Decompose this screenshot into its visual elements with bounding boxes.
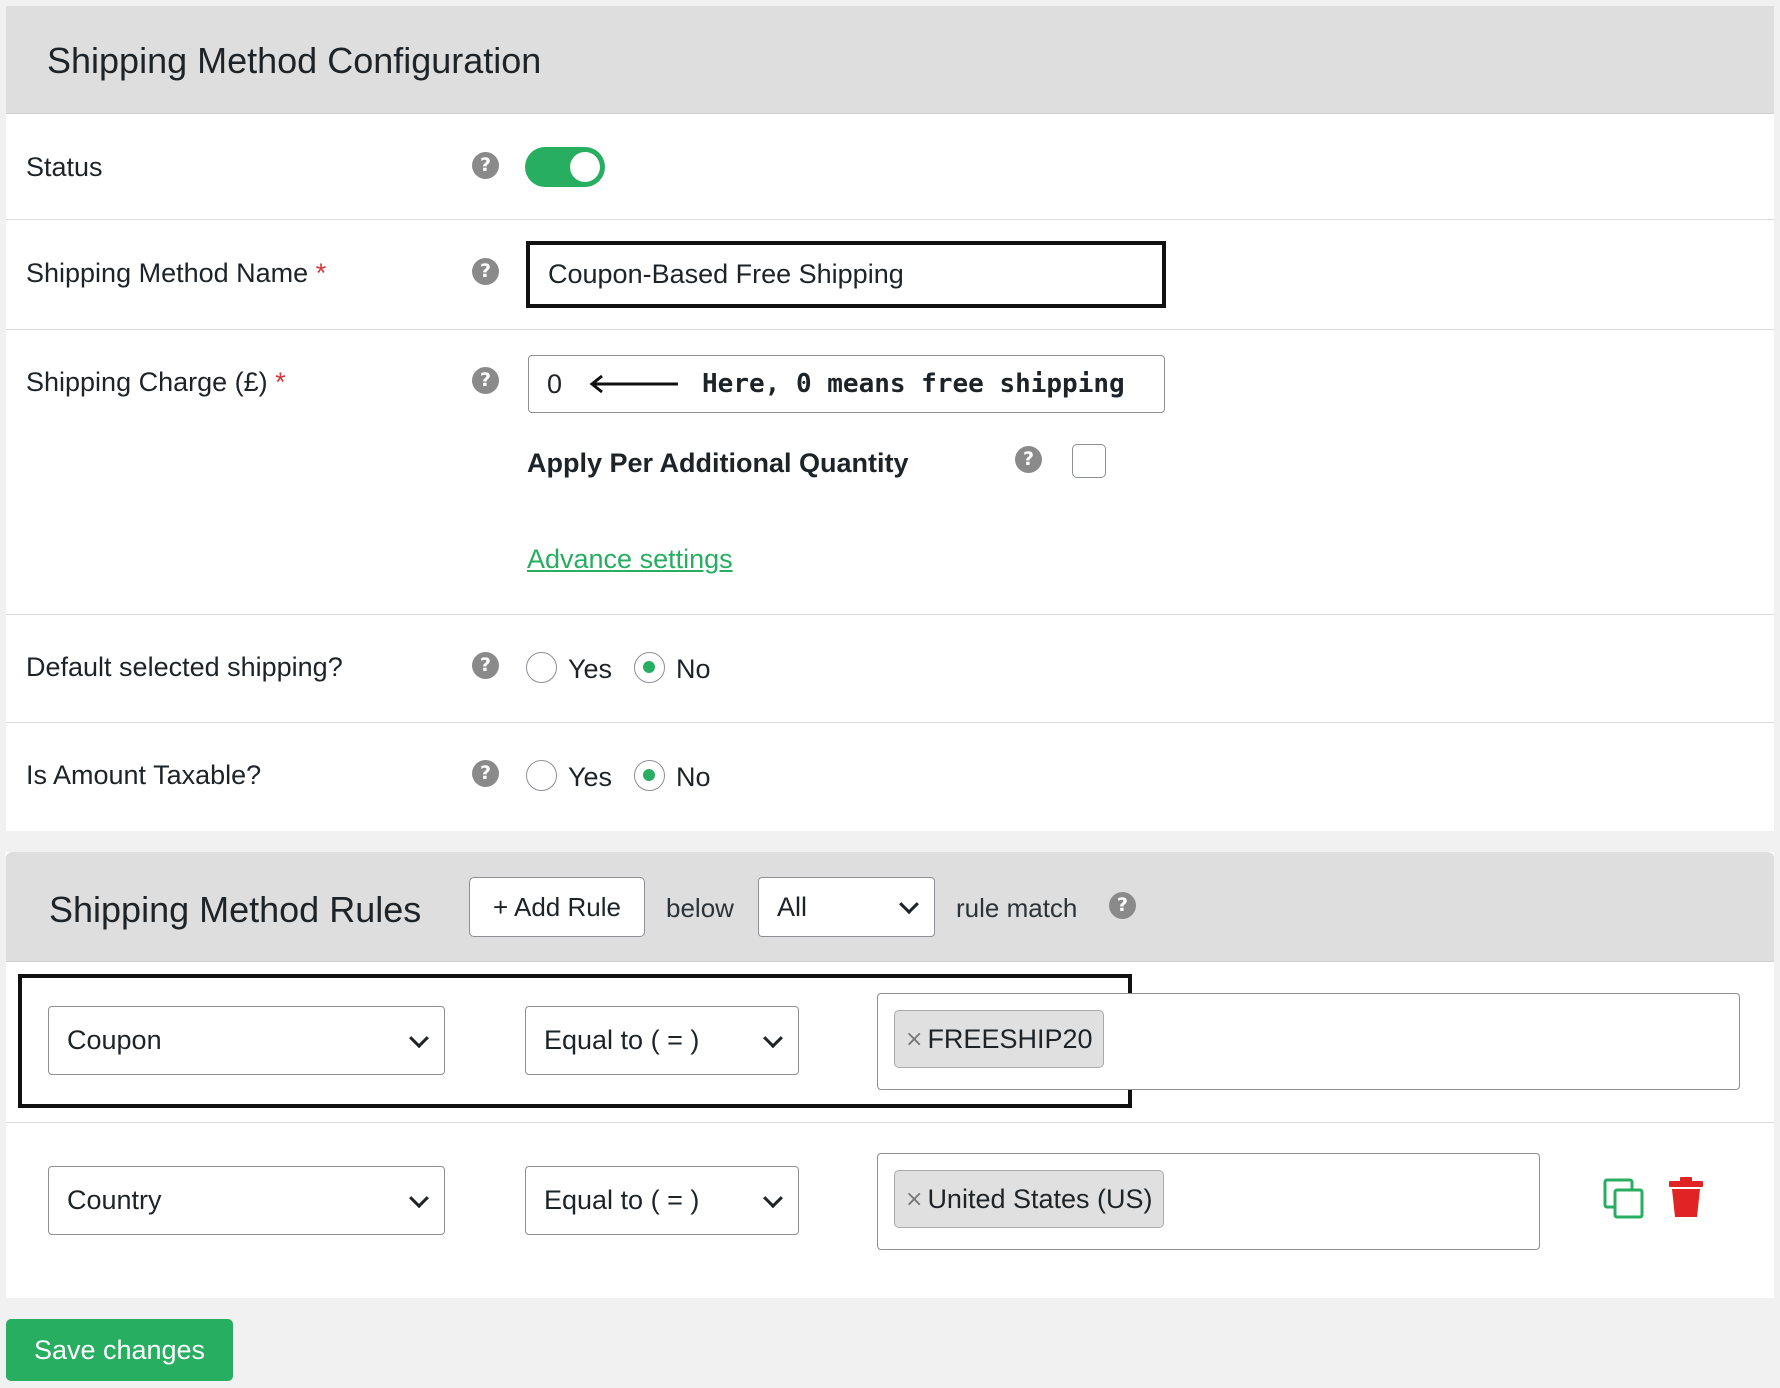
config-title: Shipping Method Configuration xyxy=(47,40,542,81)
help-icon[interactable]: ? xyxy=(472,652,499,679)
chevron-down-icon xyxy=(899,894,919,915)
rule-field-value: Country xyxy=(67,1185,162,1215)
default-yes-label: Yes xyxy=(568,654,613,684)
rule-value-input[interactable]: × FREESHIP20 xyxy=(877,993,1740,1090)
chevron-down-icon xyxy=(763,1187,783,1208)
help-icon[interactable]: ? xyxy=(472,760,499,787)
chevron-down-icon xyxy=(409,1187,429,1208)
name-label: Shipping Method Name * xyxy=(26,258,326,289)
chevron-down-icon xyxy=(409,1027,429,1048)
charge-label-text: Shipping Charge (£) xyxy=(26,367,268,397)
rule-value-input[interactable]: × United States (US) xyxy=(877,1153,1540,1250)
rules-title: Shipping Method Rules xyxy=(49,889,422,930)
help-icon[interactable]: ? xyxy=(1015,446,1042,473)
divider xyxy=(6,722,1774,723)
remove-tag-icon[interactable]: × xyxy=(905,1187,923,1212)
rules-header: Shipping Method Rules + Add Rule below A… xyxy=(6,852,1774,962)
rule-operator-value: Equal to ( = ) xyxy=(544,1025,700,1055)
remove-tag-icon[interactable]: × xyxy=(905,1027,923,1052)
help-icon[interactable]: ? xyxy=(472,152,499,179)
divider xyxy=(6,614,1774,615)
rule-field-value: Coupon xyxy=(67,1025,162,1055)
default-no-label: No xyxy=(676,654,711,684)
rule-match-select[interactable]: All xyxy=(758,877,935,937)
default-no-radio[interactable] xyxy=(634,652,665,683)
value-tag[interactable]: × United States (US) xyxy=(894,1170,1164,1228)
required-mark: * xyxy=(275,367,286,397)
shipping-method-name-input[interactable]: Coupon-Based Free Shipping xyxy=(530,245,1162,304)
divider xyxy=(6,1122,1774,1123)
rule-field-select[interactable]: Country xyxy=(48,1166,445,1235)
rule-operator-select[interactable]: Equal to ( = ) xyxy=(525,1006,799,1075)
arrow-left-icon xyxy=(589,374,679,394)
advance-settings-link[interactable]: Advance settings xyxy=(527,544,733,575)
charge-note: Here, 0 means free shipping xyxy=(702,369,1125,399)
shipping-charge-input[interactable]: 0 Here, 0 means free shipping xyxy=(528,355,1165,413)
status-toggle[interactable] xyxy=(525,147,605,187)
taxable-no-radio[interactable] xyxy=(634,760,665,791)
per-quantity-checkbox[interactable] xyxy=(1072,444,1106,478)
help-icon[interactable]: ? xyxy=(472,367,499,394)
per-quantity-label: Apply Per Additional Quantity xyxy=(527,448,909,478)
trash-icon[interactable] xyxy=(1668,1176,1704,1218)
default-shipping-label: Default selected shipping? xyxy=(26,652,343,682)
default-yes-radio[interactable] xyxy=(526,652,557,683)
save-changes-button[interactable]: Save changes xyxy=(6,1319,233,1381)
copy-icon[interactable] xyxy=(1602,1177,1646,1221)
charge-input-value: 0 xyxy=(547,368,563,399)
config-header: Shipping Method Configuration xyxy=(6,6,1774,114)
taxable-label: Is Amount Taxable? xyxy=(26,760,262,790)
rule-operator-value: Equal to ( = ) xyxy=(544,1185,700,1215)
config-card: Shipping Method Configuration Status ? S… xyxy=(6,6,1774,831)
toggle-knob xyxy=(570,152,600,182)
name-input-value: Coupon-Based Free Shipping xyxy=(548,259,904,289)
divider xyxy=(6,329,1774,330)
tag-label: FREESHIP20 xyxy=(927,1023,1093,1054)
rule-match-value: All xyxy=(777,891,808,922)
help-icon[interactable]: ? xyxy=(472,258,499,285)
below-label: below xyxy=(666,893,734,923)
taxable-no-label: No xyxy=(676,762,711,792)
rule-operator-select[interactable]: Equal to ( = ) xyxy=(525,1166,799,1235)
required-mark: * xyxy=(315,258,327,288)
divider xyxy=(6,219,1774,220)
taxable-yes-radio[interactable] xyxy=(526,760,557,791)
value-tag[interactable]: × FREESHIP20 xyxy=(894,1010,1104,1068)
chevron-down-icon xyxy=(763,1027,783,1048)
rules-card: Shipping Method Rules + Add Rule below A… xyxy=(6,852,1774,1298)
add-rule-button[interactable]: + Add Rule xyxy=(469,877,645,937)
tag-label: United States (US) xyxy=(927,1183,1153,1214)
rule-field-select[interactable]: Coupon xyxy=(48,1006,445,1075)
name-label-text: Shipping Method Name xyxy=(26,258,309,288)
rule-match-label: rule match xyxy=(956,893,1078,923)
taxable-yes-label: Yes xyxy=(568,762,613,792)
status-label: Status xyxy=(26,152,103,182)
charge-label: Shipping Charge (£) * xyxy=(26,367,286,398)
help-icon[interactable]: ? xyxy=(1109,892,1136,919)
